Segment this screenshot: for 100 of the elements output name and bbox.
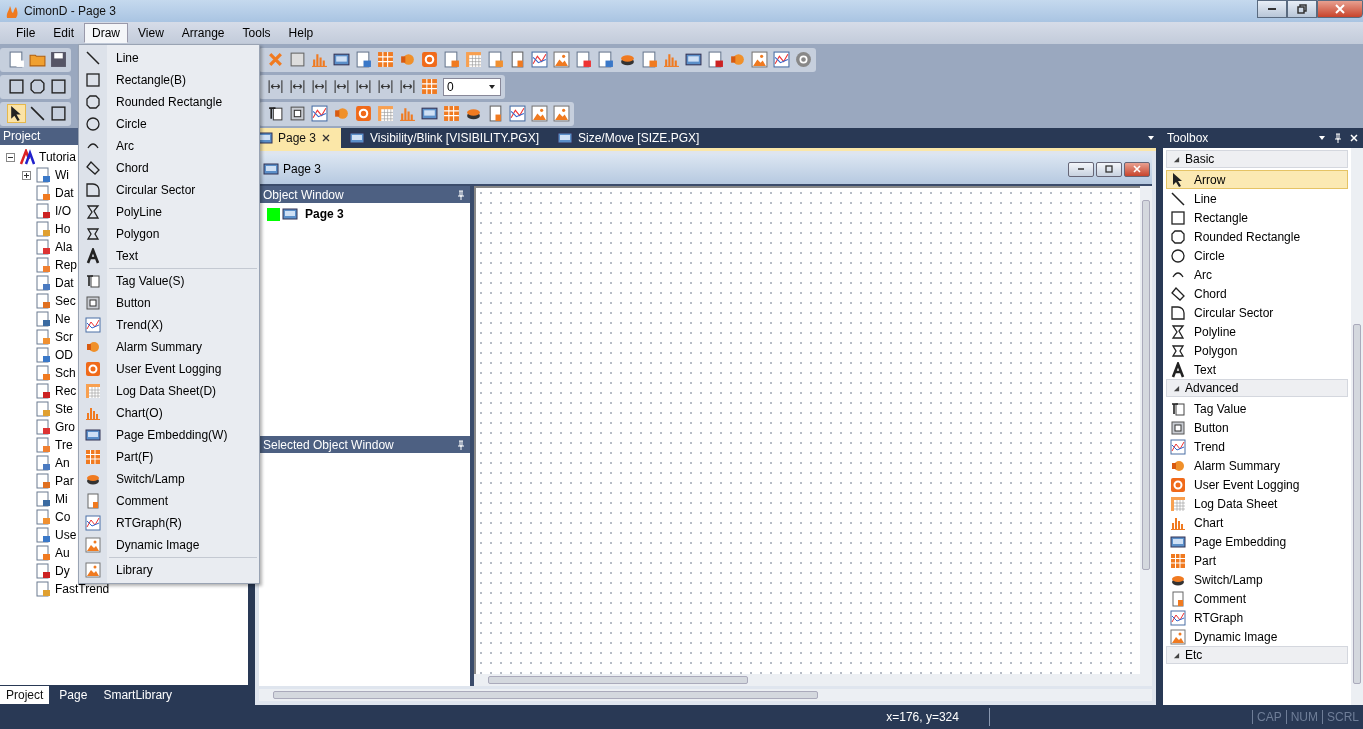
menu-entry[interactable]: Tag Value(S) (79, 270, 259, 292)
menu-item[interactable]: Help (280, 23, 322, 43)
menu-entry[interactable]: Part(F) (79, 446, 259, 468)
menu-entry[interactable]: Switch/Lamp (79, 468, 259, 490)
pin-icon[interactable] (456, 439, 466, 450)
toolbox-item[interactable]: Comment (1166, 589, 1348, 608)
alarm-icon[interactable] (333, 105, 350, 122)
tree-item[interactable]: Ste (55, 402, 73, 416)
button-icon[interactable] (289, 105, 306, 122)
maximize-button[interactable] (1096, 161, 1122, 177)
picture-icon[interactable] (553, 105, 570, 122)
arrow-pointer-icon[interactable] (8, 105, 25, 122)
document-icon[interactable] (487, 51, 504, 68)
picture-icon[interactable] (553, 51, 570, 68)
toolbox-item[interactable]: Text (1166, 360, 1348, 379)
pin-icon[interactable] (1333, 133, 1343, 143)
square-icon[interactable] (50, 78, 67, 95)
toolbox-item[interactable]: Circular Sector (1166, 303, 1348, 322)
help-icon[interactable] (795, 51, 812, 68)
menu-entry[interactable]: Text (79, 245, 259, 267)
trend-chart-icon[interactable] (509, 105, 526, 122)
close-button[interactable] (1124, 161, 1150, 177)
horizontal-scrollbar[interactable] (474, 674, 1152, 686)
trend-chart-icon[interactable] (311, 105, 328, 122)
trend-chart-icon[interactable] (773, 51, 790, 68)
tag-value-icon[interactable] (267, 105, 284, 122)
tile-grid-icon[interactable] (421, 78, 438, 95)
menu-entry[interactable]: Line (79, 47, 259, 69)
tree-item[interactable]: Dy (55, 564, 70, 578)
toolbox-item[interactable]: User Event Logging (1166, 475, 1348, 494)
align-icon[interactable] (333, 78, 350, 95)
tree-item[interactable]: Ala (55, 240, 73, 254)
toolbox-item[interactable]: Chord (1166, 284, 1348, 303)
alarm-icon[interactable] (399, 51, 416, 68)
letter-e-icon[interactable] (355, 105, 372, 122)
align-icon[interactable] (289, 78, 306, 95)
screen-icon[interactable] (685, 51, 702, 68)
align-icon[interactable] (311, 78, 328, 95)
minimize-button[interactable] (1068, 161, 1094, 177)
tree-item[interactable]: Dat (55, 186, 74, 200)
menu-entry[interactable]: Comment (79, 490, 259, 512)
document-tab[interactable]: Size/Move [SIZE.PGX] (555, 128, 710, 148)
menu-entry[interactable]: Polygon (79, 223, 259, 245)
document-icon[interactable] (509, 51, 526, 68)
picture-icon[interactable] (531, 105, 548, 122)
document-icon[interactable] (597, 51, 614, 68)
square-icon[interactable] (50, 105, 67, 122)
object-item[interactable]: Page 3 (305, 207, 344, 221)
picture-icon[interactable] (751, 51, 768, 68)
toolbox-item[interactable]: Trend (1166, 437, 1348, 456)
tree-item[interactable]: Co (55, 510, 71, 524)
expand-icon[interactable] (22, 170, 31, 180)
tree-item[interactable]: Ne (55, 312, 71, 326)
menu-item[interactable]: Arrange (173, 23, 233, 43)
menu-entry[interactable]: Page Embedding(W) (79, 424, 259, 446)
menu-item[interactable]: Edit (45, 23, 83, 43)
tree-item[interactable]: OD (55, 348, 73, 362)
menu-entry[interactable]: Chord (79, 157, 259, 179)
toolbox-item[interactable]: Polygon (1166, 341, 1348, 360)
toolbox-item[interactable]: Dynamic Image (1166, 627, 1348, 646)
align-icon[interactable] (267, 78, 284, 95)
menu-entry[interactable]: Trend(X) (79, 314, 259, 336)
document-icon[interactable] (707, 51, 724, 68)
tree-item[interactable]: Wi (55, 168, 69, 182)
line-icon[interactable] (29, 105, 46, 122)
tree-item[interactable]: Ho (55, 222, 71, 236)
toolbox-item[interactable]: Button (1166, 418, 1348, 437)
menu-item[interactable]: Tools (234, 23, 279, 43)
toolbox-item[interactable]: Arc (1166, 265, 1348, 284)
tree-item[interactable]: Use (55, 528, 77, 542)
align-icon[interactable] (399, 78, 416, 95)
menu-entry[interactable]: Circular Sector (79, 179, 259, 201)
menu-entry[interactable]: RTGraph(R) (79, 512, 259, 534)
document-icon[interactable] (443, 51, 460, 68)
tree-item[interactable]: Rec (55, 384, 77, 398)
tree-item[interactable]: Rep (55, 258, 77, 272)
menu-item[interactable]: Draw (84, 23, 129, 43)
toolbox-item[interactable]: Part (1166, 551, 1348, 570)
toolbox-item[interactable]: Circle (1166, 246, 1348, 265)
align-icon[interactable] (355, 78, 372, 95)
panel-tab[interactable]: Project (0, 686, 50, 704)
screen-icon[interactable] (421, 105, 438, 122)
menu-entry[interactable]: Dynamic Image (79, 534, 259, 556)
document-icon[interactable] (8, 51, 25, 68)
toolbox-group-header[interactable]: Basic (1166, 150, 1348, 168)
toolbox-item[interactable]: Log Data Sheet (1166, 494, 1348, 513)
tree-item[interactable]: I/O (55, 204, 71, 218)
toolbox-item[interactable]: Rectangle (1166, 208, 1348, 227)
menu-entry[interactable]: Rounded Rectangle (79, 91, 259, 113)
tree-item[interactable]: Sch (55, 366, 76, 380)
tree-item[interactable]: Gro (55, 420, 75, 434)
tree-item[interactable]: Par (55, 474, 74, 488)
square-icon[interactable] (8, 78, 25, 95)
screen-icon[interactable] (333, 51, 350, 68)
menu-item[interactable]: File (8, 23, 44, 43)
panel-tab[interactable]: Page (53, 686, 94, 704)
toolbox-item[interactable]: Rounded Rectangle (1166, 227, 1348, 246)
tree-item[interactable]: An (55, 456, 70, 470)
toolbox-group-header[interactable]: Advanced (1166, 379, 1348, 397)
toolbox-group-header[interactable]: Etc (1166, 646, 1348, 664)
